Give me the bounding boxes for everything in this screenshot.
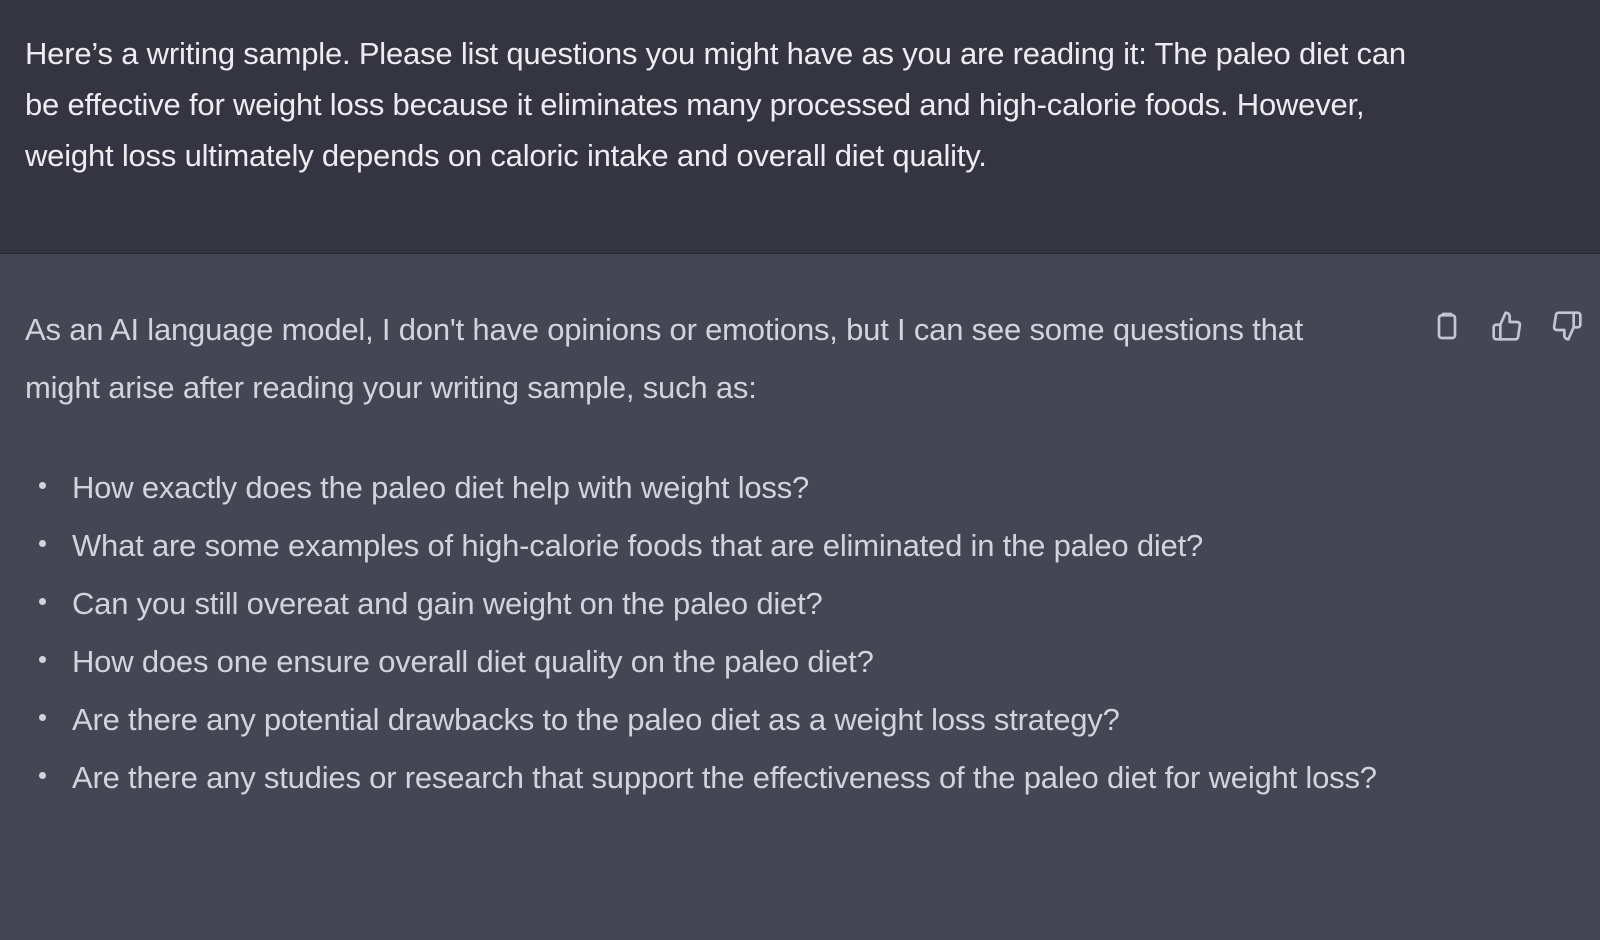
- question-text: Are there any studies or research that s…: [72, 760, 1377, 795]
- list-item: Can you still overeat and gain weight on…: [25, 575, 1385, 633]
- user-message-text: Here’s a writing sample. Please list que…: [25, 36, 1406, 173]
- thumbs-up-icon: [1492, 311, 1522, 341]
- question-text: How does one ensure overall diet quality…: [72, 644, 874, 679]
- thumbs-down-button[interactable]: [1550, 309, 1584, 343]
- bullet: [39, 482, 46, 489]
- assistant-message: As an AI language model, I don't have op…: [0, 255, 1600, 940]
- copy-icon: [1437, 312, 1457, 340]
- question-text: Are there any potential drawbacks to the…: [72, 702, 1120, 737]
- bullet: [39, 540, 46, 547]
- message-actions: [1430, 309, 1584, 343]
- copy-button[interactable]: [1430, 309, 1464, 343]
- bullet: [39, 656, 46, 663]
- thumbs-down-icon: [1552, 311, 1582, 341]
- bullet: [39, 598, 46, 605]
- assistant-message-body: As an AI language model, I don't have op…: [25, 301, 1385, 807]
- thumbs-up-button[interactable]: [1490, 309, 1524, 343]
- assistant-intro-text: As an AI language model, I don't have op…: [25, 312, 1304, 405]
- question-list: How exactly does the paleo diet help wit…: [25, 459, 1385, 807]
- user-message: Here’s a writing sample. Please list que…: [0, 0, 1600, 254]
- question-text: What are some examples of high-calorie f…: [72, 528, 1204, 563]
- question-text: How exactly does the paleo diet help wit…: [72, 470, 810, 505]
- bullet: [39, 772, 46, 779]
- list-item: Are there any potential drawbacks to the…: [25, 691, 1385, 749]
- list-item: Are there any studies or research that s…: [25, 749, 1385, 807]
- list-item: How exactly does the paleo diet help wit…: [25, 459, 1385, 517]
- list-item: What are some examples of high-calorie f…: [25, 517, 1385, 575]
- question-text: Can you still overeat and gain weight on…: [72, 586, 823, 621]
- bullet: [39, 714, 46, 721]
- list-item: How does one ensure overall diet quality…: [25, 633, 1385, 691]
